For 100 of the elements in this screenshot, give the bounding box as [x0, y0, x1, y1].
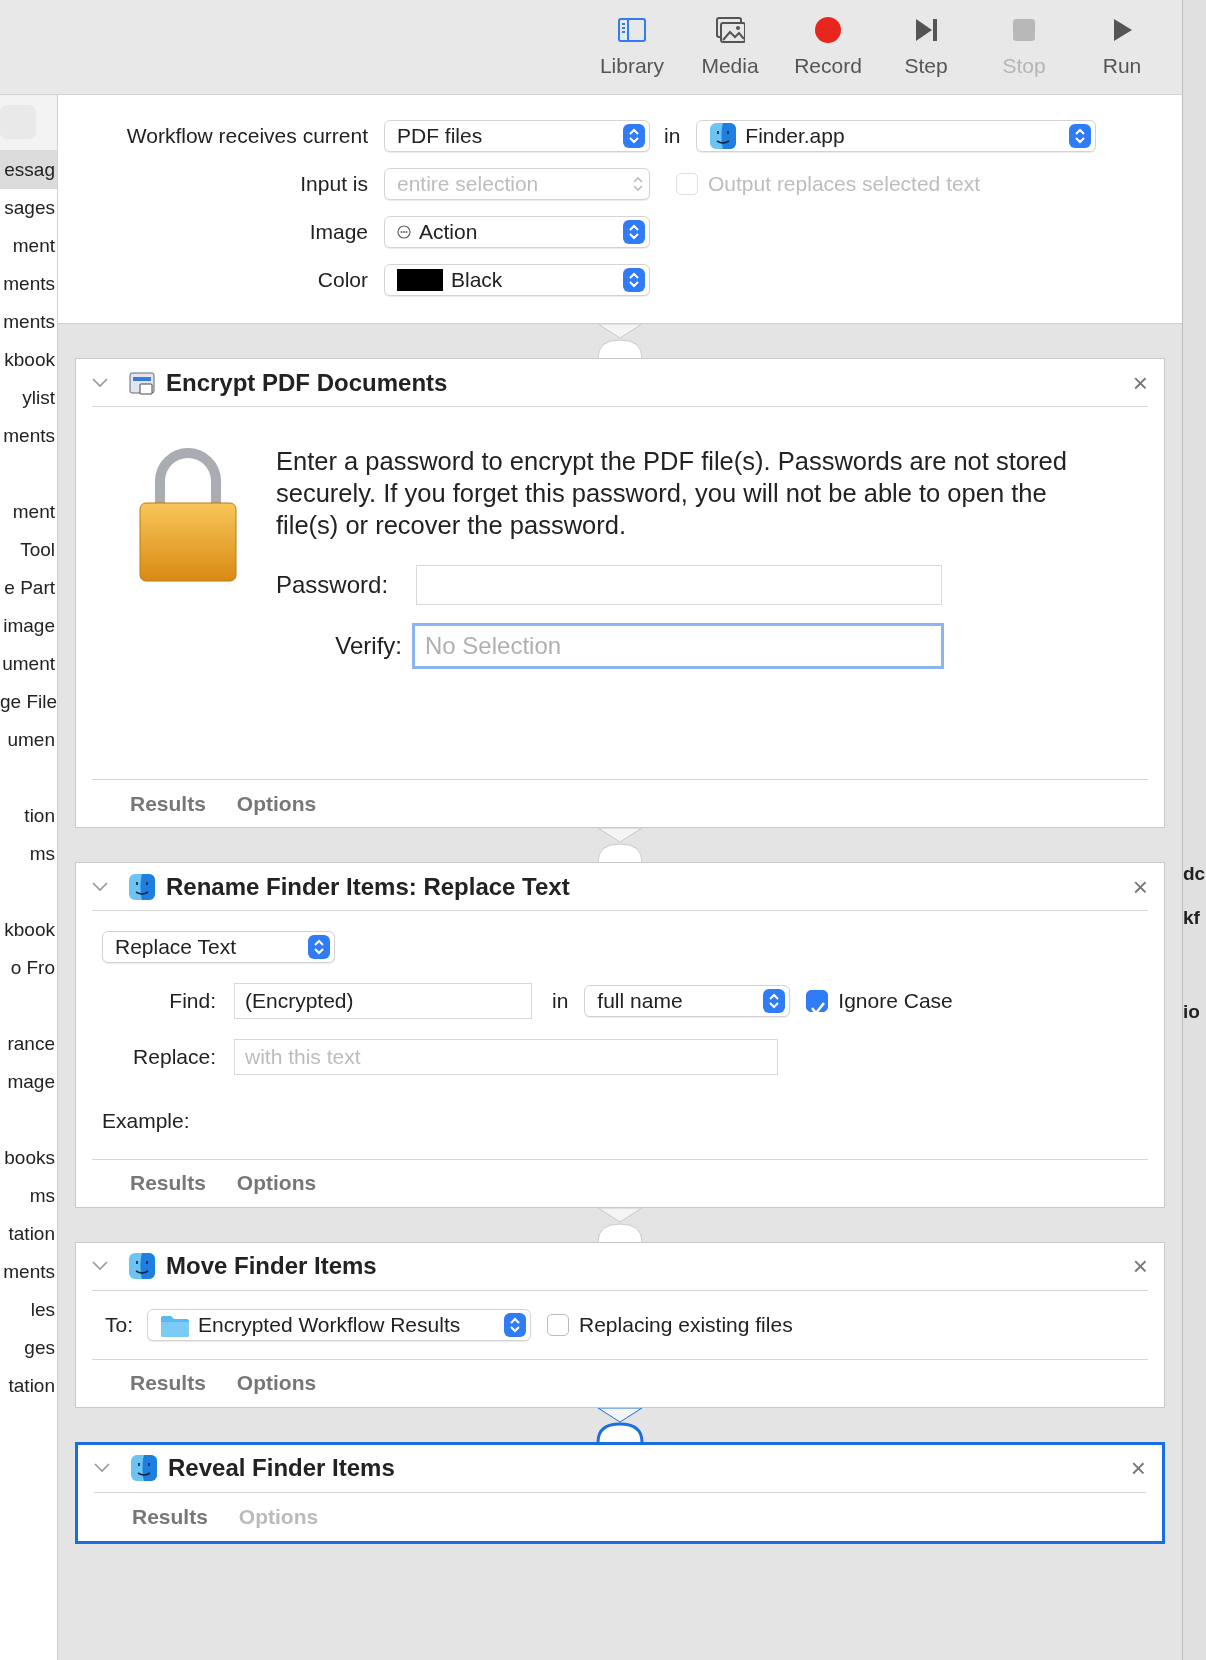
mode-popup[interactable]: Replace Text [102, 931, 335, 963]
action-title: Reveal Finder Items [168, 1453, 396, 1483]
sidebar-item[interactable]: ment [0, 227, 57, 265]
find-field[interactable]: (Encrypted) [234, 983, 532, 1019]
sidebar-item[interactable]: ment [0, 493, 57, 531]
example-label: Example: [102, 1108, 191, 1134]
tab[interactable]: Options [236, 787, 317, 820]
checkbox-label: Replacing existing files [579, 1311, 793, 1338]
action-icon [397, 225, 411, 239]
sidebar-item[interactable]: books [0, 1139, 57, 1177]
field-label: Image [308, 219, 369, 246]
action-card[interactable]: Rename Finder Items: Replace Text × Replace Text Find: (Encrypted) in full name Ignore Case Replace: with this text Example: Results Options [75, 862, 1165, 1208]
action-card[interactable] [75, 358, 1165, 828]
tab[interactable]: Options [236, 1167, 317, 1199]
action-title: Move Finder Items [166, 1251, 378, 1281]
close-button[interactable]: × [1132, 369, 1148, 396]
sidebar-item[interactable]: mage [0, 1063, 57, 1101]
sidebar-item[interactable]: tation [0, 1367, 57, 1405]
sidebar-item[interactable]: ument [0, 645, 57, 683]
sidebar-item[interactable]: e Part [0, 569, 57, 607]
sidebar-item[interactable]: ges [0, 1329, 57, 1367]
description-text: Enter a password to encrypt the PDF file(s). Passwords are not stored securely. If you forget this password, you will not be able to open the file(s) or recover the password. [276, 446, 1068, 541]
sidebar-item[interactable]: image [0, 607, 57, 645]
action-title: Encrypt PDF Documents [166, 367, 449, 398]
sidebar-item[interactable]: tation [0, 1215, 57, 1253]
action-title: Rename Finder Items: Replace Text [166, 871, 571, 902]
tab[interactable]: Results [130, 787, 206, 820]
action-card[interactable]: Move Finder Items × To: Encrypted Workflow Results Replacing existing files Results Options [75, 1241, 1165, 1408]
field-label: Color [316, 267, 369, 294]
chevron-icon [631, 174, 645, 194]
checkbox-label: Output replaces selected text [708, 171, 980, 198]
close-button[interactable]: × [1132, 1253, 1148, 1279]
stepper-icon [763, 989, 786, 1013]
application-popup[interactable]: Finder.app [696, 120, 1097, 152]
stepper-icon [623, 124, 645, 148]
verify-field[interactable]: No Selection [412, 623, 944, 669]
folder-popup[interactable]: Encrypted Workflow Results [147, 1308, 531, 1341]
sidebar-item[interactable]: ms [0, 1177, 57, 1215]
tab[interactable]: Options [236, 1367, 317, 1399]
toolbar-button[interactable]: Library [586, 0, 678, 94]
sidebar-item[interactable]: umen [0, 721, 57, 759]
sidebar-item[interactable]: ms [0, 835, 57, 873]
sidebar-item[interactable]: essag [0, 151, 57, 189]
stepper-icon [1069, 124, 1092, 148]
finder-icon [130, 1454, 158, 1482]
stepper-icon [504, 1312, 526, 1337]
field-label: Find: [168, 988, 217, 1015]
field-label: Input is [299, 171, 369, 198]
tab[interactable]: Results [130, 1367, 206, 1399]
field-label: To: [105, 1311, 133, 1338]
sidebar-item[interactable]: ments [0, 303, 57, 341]
chevron-down-icon[interactable] [94, 1463, 110, 1473]
chevron-down-icon[interactable] [92, 1261, 108, 1271]
image-popup[interactable]: Action [384, 216, 650, 248]
stepper-icon [308, 935, 330, 959]
replace-field[interactable]: with this text [234, 1039, 778, 1075]
tab[interactable]: Results [132, 1500, 208, 1533]
password-field[interactable] [416, 565, 942, 605]
record-icon [813, 16, 843, 44]
connector-notch [596, 828, 644, 862]
sidebar-item[interactable]: ments [0, 417, 57, 455]
field-label: Workflow receives current [125, 123, 369, 150]
toolbar-button[interactable]: Media [684, 0, 776, 94]
stepper-icon [623, 220, 645, 244]
tab[interactable]: Results [130, 1167, 206, 1199]
connector-notch [596, 1407, 644, 1442]
sidebar-item[interactable]: ylist [0, 379, 57, 417]
sidebar-item[interactable]: kbook [0, 911, 57, 949]
finder-icon [128, 1252, 156, 1280]
type-popup[interactable]: PDF files [384, 120, 650, 152]
sidebar-item[interactable]: kbook [0, 341, 57, 379]
sidebar-item[interactable]: o Fro [0, 949, 57, 987]
finder-icon [709, 122, 738, 150]
field-label: Password: [276, 570, 390, 600]
toolbar-button[interactable]: Step [880, 0, 972, 94]
chevron-down-icon[interactable] [92, 881, 108, 892]
sidebar-item[interactable]: ments [0, 1253, 57, 1291]
field-label: Verify: [334, 631, 403, 661]
sidebar-item[interactable]: tion [0, 797, 57, 835]
sidebar-item[interactable]: sages [0, 189, 57, 227]
scope-popup[interactable]: full name [584, 985, 791, 1017]
color-popup[interactable]: Black [384, 264, 650, 296]
checkbox[interactable] [547, 1313, 569, 1336]
close-button[interactable]: × [1132, 873, 1148, 900]
checkbox-label: Ignore Case [838, 988, 953, 1015]
sidebar-item[interactable]: les [0, 1291, 57, 1329]
close-button[interactable]: × [1130, 1455, 1146, 1481]
field-label: in [552, 988, 569, 1015]
toolbar-button[interactable]: Record [782, 0, 874, 94]
sidebar-icon [617, 16, 647, 44]
sidebar-item[interactable]: Tool [0, 531, 57, 569]
photos-icon [715, 16, 745, 44]
checkbox[interactable] [806, 990, 829, 1012]
connector-notch [596, 1207, 644, 1242]
sidebar-item[interactable]: ments [0, 265, 57, 303]
sidebar-item[interactable]: ge File [0, 683, 57, 721]
text-fragment: io [1183, 1000, 1200, 1024]
chevron-down-icon[interactable] [92, 377, 108, 388]
toolbar-button[interactable]: Run [1076, 0, 1168, 94]
sidebar-item[interactable]: rance [0, 1025, 57, 1063]
